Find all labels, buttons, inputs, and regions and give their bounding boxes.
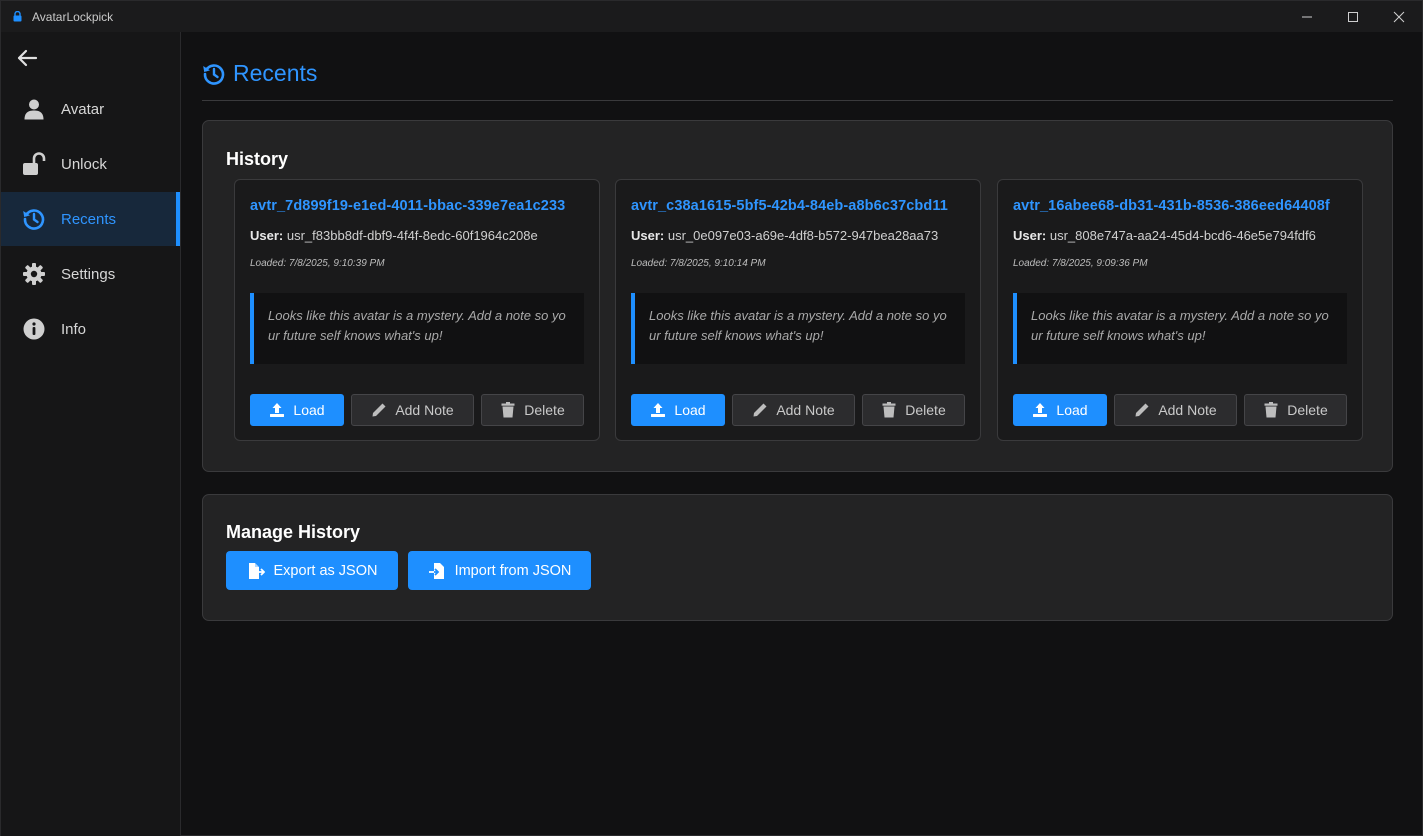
- sidebar: Avatar Unlock Recents Settings Info: [1, 32, 181, 836]
- minimize-icon: [1302, 16, 1312, 17]
- history-title: History: [226, 149, 289, 169]
- gear-icon: [22, 262, 46, 286]
- history-card: avtr_c38a1615-5bf5-42b4-84eb-a8b6c37cbd1…: [615, 179, 981, 441]
- page-title: Recents: [233, 60, 318, 86]
- manage-history-title: Manage History: [226, 522, 361, 542]
- loaded-timestamp: Loaded: 7/8/2025, 9:10:14 PM: [631, 258, 766, 269]
- history-panel: History avtr_7d899f19-e1ed-4011-bbac-339…: [202, 120, 1393, 472]
- file-export-icon: [247, 562, 265, 580]
- history-icon: [22, 207, 46, 231]
- loaded-timestamp: Loaded: 7/8/2025, 9:10:39 PM: [250, 258, 385, 269]
- file-import-icon: [428, 562, 446, 580]
- user-prefix: User:: [631, 228, 665, 243]
- sidebar-item-settings[interactable]: Settings: [1, 247, 180, 301]
- delete-button[interactable]: Delete: [481, 394, 584, 426]
- import-json-label: Import from JSON: [454, 562, 572, 579]
- history-card: avtr_16abee68-db31-431b-8536-386eed64408…: [997, 179, 1363, 441]
- user-prefix: User:: [1013, 228, 1047, 243]
- add-note-button[interactable]: Add Note: [351, 394, 474, 426]
- manage-history-panel: Manage History Export as JSON Import fro…: [202, 494, 1393, 621]
- sidebar-item-info[interactable]: Info: [1, 302, 180, 356]
- title-bar: AvatarLockpick: [1, 1, 1422, 32]
- import-json-button[interactable]: Import from JSON: [408, 551, 591, 590]
- note-box: Looks like this avatar is a mystery. Add…: [1013, 293, 1347, 364]
- page-header: Recents: [202, 60, 317, 87]
- user-id: usr_808e747a-aa24-45d4-bcd6-46e5e794fdf6: [1049, 228, 1316, 243]
- close-button[interactable]: [1376, 1, 1422, 32]
- load-label: Load: [674, 402, 706, 418]
- maximize-button[interactable]: [1330, 1, 1376, 32]
- pencil-icon: [371, 402, 387, 418]
- header-divider: [202, 100, 1393, 101]
- upload-icon: [269, 402, 285, 418]
- load-label: Load: [1056, 402, 1088, 418]
- window-title: AvatarLockpick: [32, 9, 114, 24]
- sidebar-item-recents[interactable]: Recents: [1, 192, 180, 246]
- delete-label: Delete: [1287, 402, 1328, 418]
- delete-label: Delete: [905, 402, 946, 418]
- load-button[interactable]: Load: [250, 394, 344, 426]
- user-prefix: User:: [250, 228, 284, 243]
- add-note-button[interactable]: Add Note: [732, 394, 855, 426]
- sidebar-item-avatar[interactable]: Avatar: [1, 82, 180, 136]
- user-line: User: usr_0e097e03-a69e-4df8-b572-947bea…: [631, 228, 938, 243]
- sidebar-item-label: Avatar: [61, 100, 105, 118]
- avatar-id[interactable]: avtr_7d899f19-e1ed-4011-bbac-339e7ea1c23…: [250, 198, 565, 214]
- user-id: usr_f83bb8df-dbf9-4f4f-8edc-60f1964c208e: [286, 228, 538, 243]
- window-controls: [1284, 1, 1422, 32]
- loaded-timestamp: Loaded: 7/8/2025, 9:09:36 PM: [1013, 258, 1148, 269]
- avatar-id[interactable]: avtr_16abee68-db31-431b-8536-386eed64408…: [1013, 198, 1330, 214]
- add-note-label: Add Note: [776, 402, 835, 418]
- user-line: User: usr_f83bb8df-dbf9-4f4f-8edc-60f196…: [250, 228, 538, 243]
- trash-icon: [1263, 402, 1279, 418]
- delete-label: Delete: [524, 402, 565, 418]
- add-note-label: Add Note: [395, 402, 454, 418]
- trash-icon: [500, 402, 516, 418]
- main-content: Recents History avtr_7d899f19-e1ed-4011-…: [182, 32, 1422, 836]
- upload-icon: [1032, 402, 1048, 418]
- history-icon: [202, 62, 226, 86]
- lock-app-icon: [13, 11, 23, 23]
- upload-icon: [650, 402, 666, 418]
- pencil-icon: [1134, 402, 1150, 418]
- pencil-icon: [752, 402, 768, 418]
- maximize-icon: [1348, 11, 1358, 22]
- load-button[interactable]: Load: [1013, 394, 1107, 426]
- sidebar-item-unlock[interactable]: Unlock: [1, 137, 180, 191]
- info-icon: [22, 317, 46, 341]
- delete-button[interactable]: Delete: [1244, 394, 1347, 426]
- add-note-label: Add Note: [1158, 402, 1217, 418]
- user-id: usr_0e097e03-a69e-4df8-b572-947bea28aa73: [667, 228, 939, 243]
- sidebar-item-label: Recents: [61, 210, 117, 228]
- note-box: Looks like this avatar is a mystery. Add…: [631, 293, 965, 364]
- sidebar-item-label: Unlock: [61, 155, 107, 173]
- load-label: Load: [293, 402, 325, 418]
- note-box: Looks like this avatar is a mystery. Add…: [250, 293, 584, 364]
- unlock-icon: [22, 152, 46, 176]
- delete-button[interactable]: Delete: [862, 394, 965, 426]
- add-note-button[interactable]: Add Note: [1114, 394, 1237, 426]
- export-json-button[interactable]: Export as JSON: [226, 551, 398, 590]
- sidebar-item-label: Info: [61, 320, 87, 338]
- user-icon: [22, 97, 46, 121]
- app-window: AvatarLockpick Avatar Unlock Recents Set…: [0, 0, 1423, 836]
- user-line: User: usr_808e747a-aa24-45d4-bcd6-46e5e7…: [1013, 228, 1316, 243]
- sidebar-item-label: Settings: [61, 265, 116, 283]
- minimize-button[interactable]: [1284, 1, 1330, 32]
- export-json-label: Export as JSON: [273, 562, 378, 579]
- history-card: avtr_7d899f19-e1ed-4011-bbac-339e7ea1c23…: [234, 179, 600, 441]
- back-button[interactable]: [14, 47, 40, 69]
- trash-icon: [881, 402, 897, 418]
- arrow-left-icon: [17, 49, 38, 67]
- avatar-id[interactable]: avtr_c38a1615-5bf5-42b4-84eb-a8b6c37cbd1…: [631, 198, 948, 214]
- close-icon: [1393, 11, 1405, 22]
- load-button[interactable]: Load: [631, 394, 725, 426]
